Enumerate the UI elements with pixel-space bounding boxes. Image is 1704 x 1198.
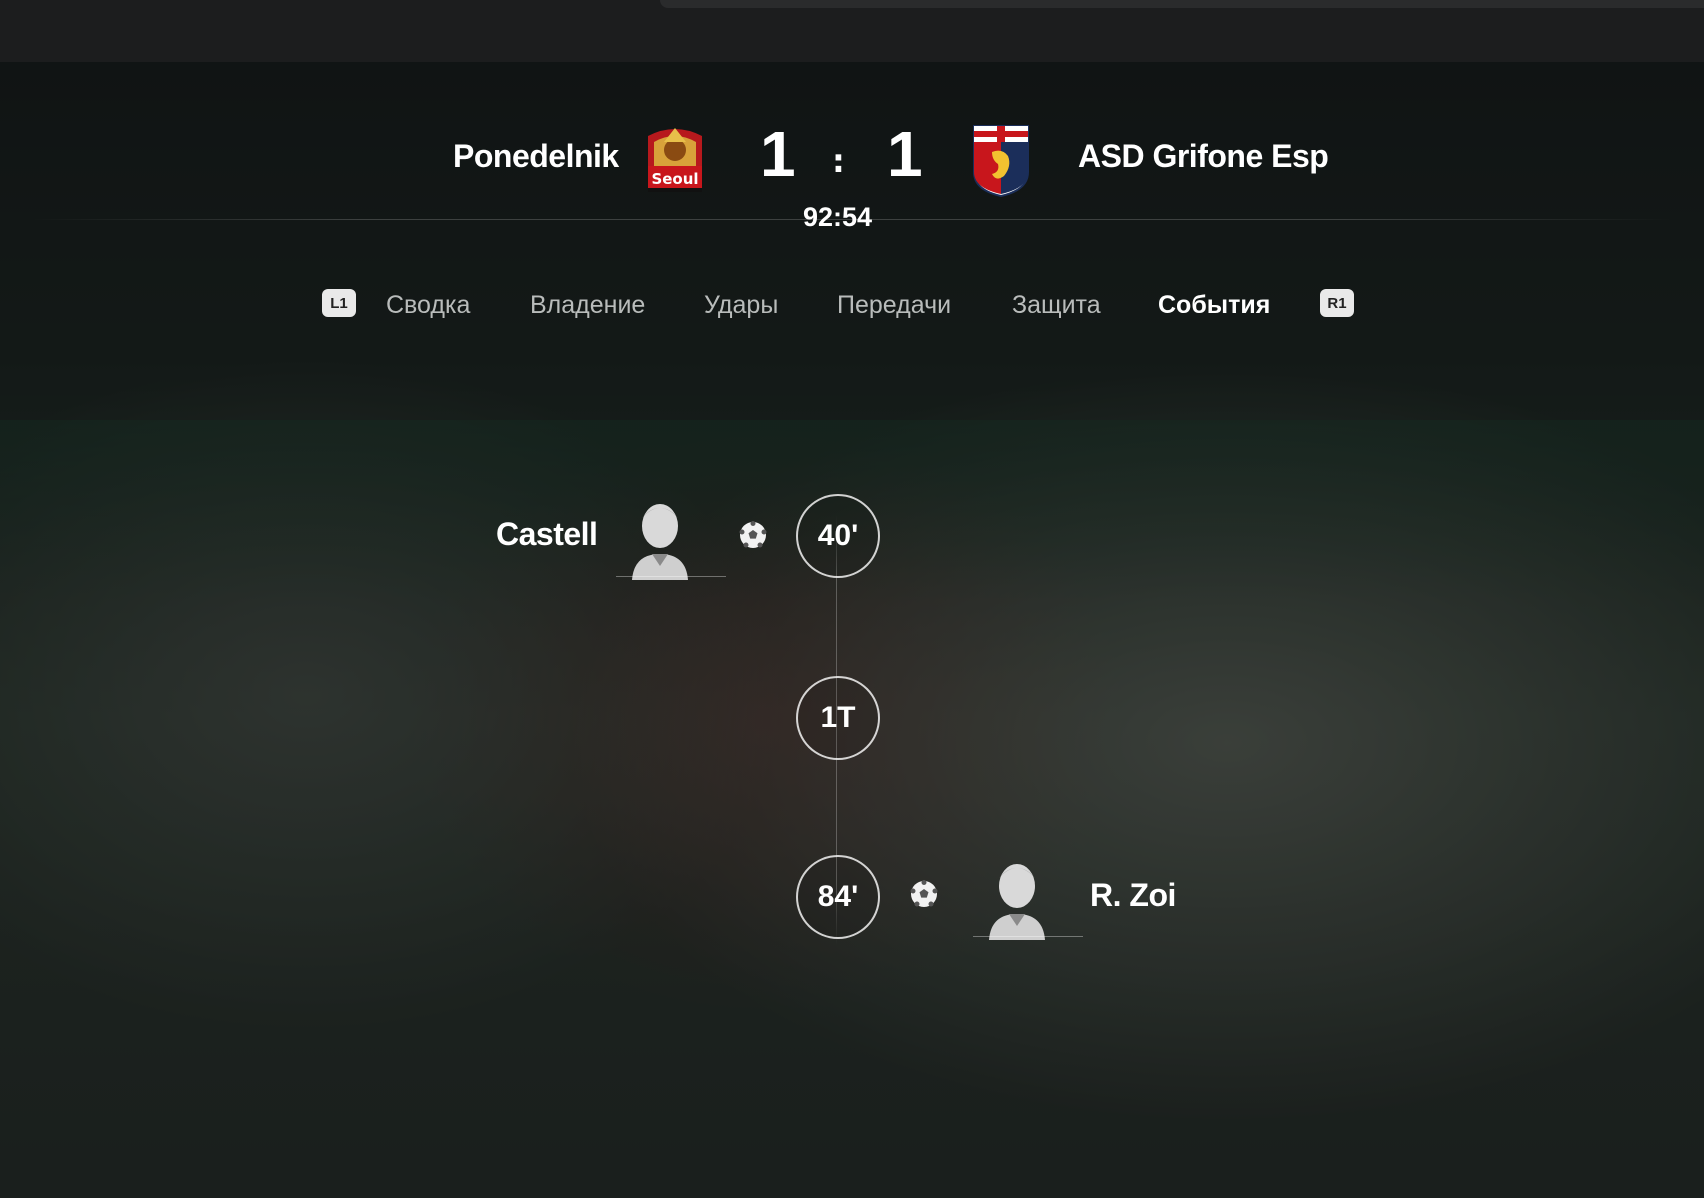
event-player-name: Castell [496,516,598,552]
tab-possession[interactable]: Владение [530,291,645,320]
tab-summary[interactable]: Сводка [386,291,470,320]
r1-bumper-button[interactable]: R1 [1320,289,1354,317]
tab-defense[interactable]: Защита [1012,291,1101,320]
home-team-crest: Seoul [648,128,702,192]
player-silhouette-icon [632,504,688,580]
match-clock: 92:54 [802,202,873,232]
event-minute-marker: 84' [796,855,880,939]
event-player-name: R. Zoi [1090,877,1176,913]
top-bar-strip [660,0,1704,8]
avatar-underline [616,576,726,577]
top-bar [0,0,1704,62]
half-marker: 1T [796,676,880,760]
away-score: 1 [887,118,923,190]
home-team-name: Ponedelnik [453,138,619,174]
away-team-name: ASD Grifone Esp [1078,138,1329,174]
tab-events[interactable]: События [1158,291,1270,320]
home-crest-text: Seoul [651,170,698,188]
player-silhouette-icon [989,864,1045,940]
event-minute-marker: 40' [796,494,880,578]
tab-shots[interactable]: Удары [704,291,778,320]
away-team-crest [973,125,1029,198]
home-score: 1 [760,118,796,190]
soccer-ball-icon [910,880,938,907]
score-separator: : [832,142,845,180]
header-divider [30,219,1674,220]
avatar-underline [973,936,1083,937]
tab-passes[interactable]: Передачи [837,291,951,320]
soccer-ball-icon [739,521,767,548]
l1-bumper-button[interactable]: L1 [322,289,356,317]
